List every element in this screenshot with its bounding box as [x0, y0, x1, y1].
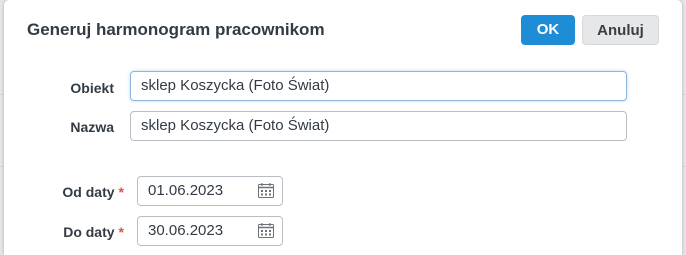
name-value: sklep Koszycka (Foto Świat) — [141, 117, 330, 134]
object-label: Obiekt — [70, 80, 114, 96]
calendar-icon[interactable] — [258, 183, 274, 198]
required-marker: * — [118, 224, 124, 240]
to-date-label-text: Do daty — [63, 224, 115, 240]
object-value: sklep Koszycka (Foto Świat) — [141, 77, 330, 94]
to-date-field[interactable]: 30.06.2023 — [137, 216, 283, 246]
required-marker: * — [118, 184, 124, 200]
to-date-value: 30.06.2023 — [148, 222, 224, 239]
name-label: Nazwa — [70, 119, 114, 135]
from-date-label: Od daty * — [44, 184, 124, 200]
from-date-field[interactable]: 01.06.2023 — [137, 176, 283, 206]
dialog-title: Generuj harmonogram pracownikom — [27, 20, 325, 39]
object-field[interactable]: sklep Koszycka (Foto Świat) — [130, 71, 627, 101]
ok-button[interactable]: OK — [521, 15, 575, 45]
from-date-label-text: Od daty — [62, 184, 115, 200]
to-date-label: Do daty * — [44, 224, 124, 240]
generate-schedule-dialog: Generuj harmonogram pracownikom OK Anulu… — [4, 0, 682, 255]
from-date-value: 01.06.2023 — [148, 182, 224, 199]
calendar-icon[interactable] — [258, 223, 274, 238]
cancel-button[interactable]: Anuluj — [582, 15, 659, 45]
name-field[interactable]: sklep Koszycka (Foto Świat) — [130, 111, 627, 141]
